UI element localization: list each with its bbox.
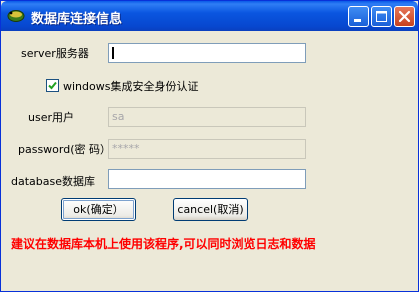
title-bar[interactable]: 数据库连接信息 bbox=[1, 1, 418, 31]
cancel-button[interactable]: cancel(取消) bbox=[173, 198, 248, 221]
windows-auth-label[interactable]: windows集成安全身份认证 bbox=[63, 78, 198, 94]
close-button[interactable] bbox=[394, 6, 415, 27]
maximize-button[interactable] bbox=[371, 6, 392, 27]
server-input[interactable] bbox=[108, 43, 306, 63]
maximize-icon bbox=[376, 11, 387, 22]
dialog-body: server服务器 windows集成安全身份认证 user用户 sa pass… bbox=[4, 31, 415, 288]
app-icon bbox=[7, 8, 25, 23]
server-label: server服务器 bbox=[21, 47, 89, 60]
password-label: password(密 码） bbox=[18, 143, 112, 156]
window-title: 数据库连接信息 bbox=[31, 12, 123, 27]
close-icon bbox=[398, 10, 411, 23]
password-input[interactable]: ***** bbox=[108, 139, 306, 159]
minimize-icon bbox=[354, 19, 361, 22]
dialog-window: 数据库连接信息 server服务器 windows集成安全身份认证 user用户… bbox=[0, 0, 419, 292]
database-label: database数据库 bbox=[11, 175, 95, 188]
minimize-button[interactable] bbox=[348, 6, 369, 27]
ok-button[interactable]: ok(确定） bbox=[61, 198, 136, 221]
windows-auth-checkbox[interactable] bbox=[46, 79, 59, 92]
user-label: user用户 bbox=[28, 111, 74, 124]
text-caret bbox=[112, 47, 114, 59]
user-input[interactable]: sa bbox=[108, 107, 306, 127]
database-input[interactable] bbox=[108, 169, 306, 189]
checkmark-icon bbox=[48, 81, 57, 90]
usage-notice: 建议在数据库本机上使用该程序,可以同时浏览日志和数据 bbox=[11, 237, 316, 251]
